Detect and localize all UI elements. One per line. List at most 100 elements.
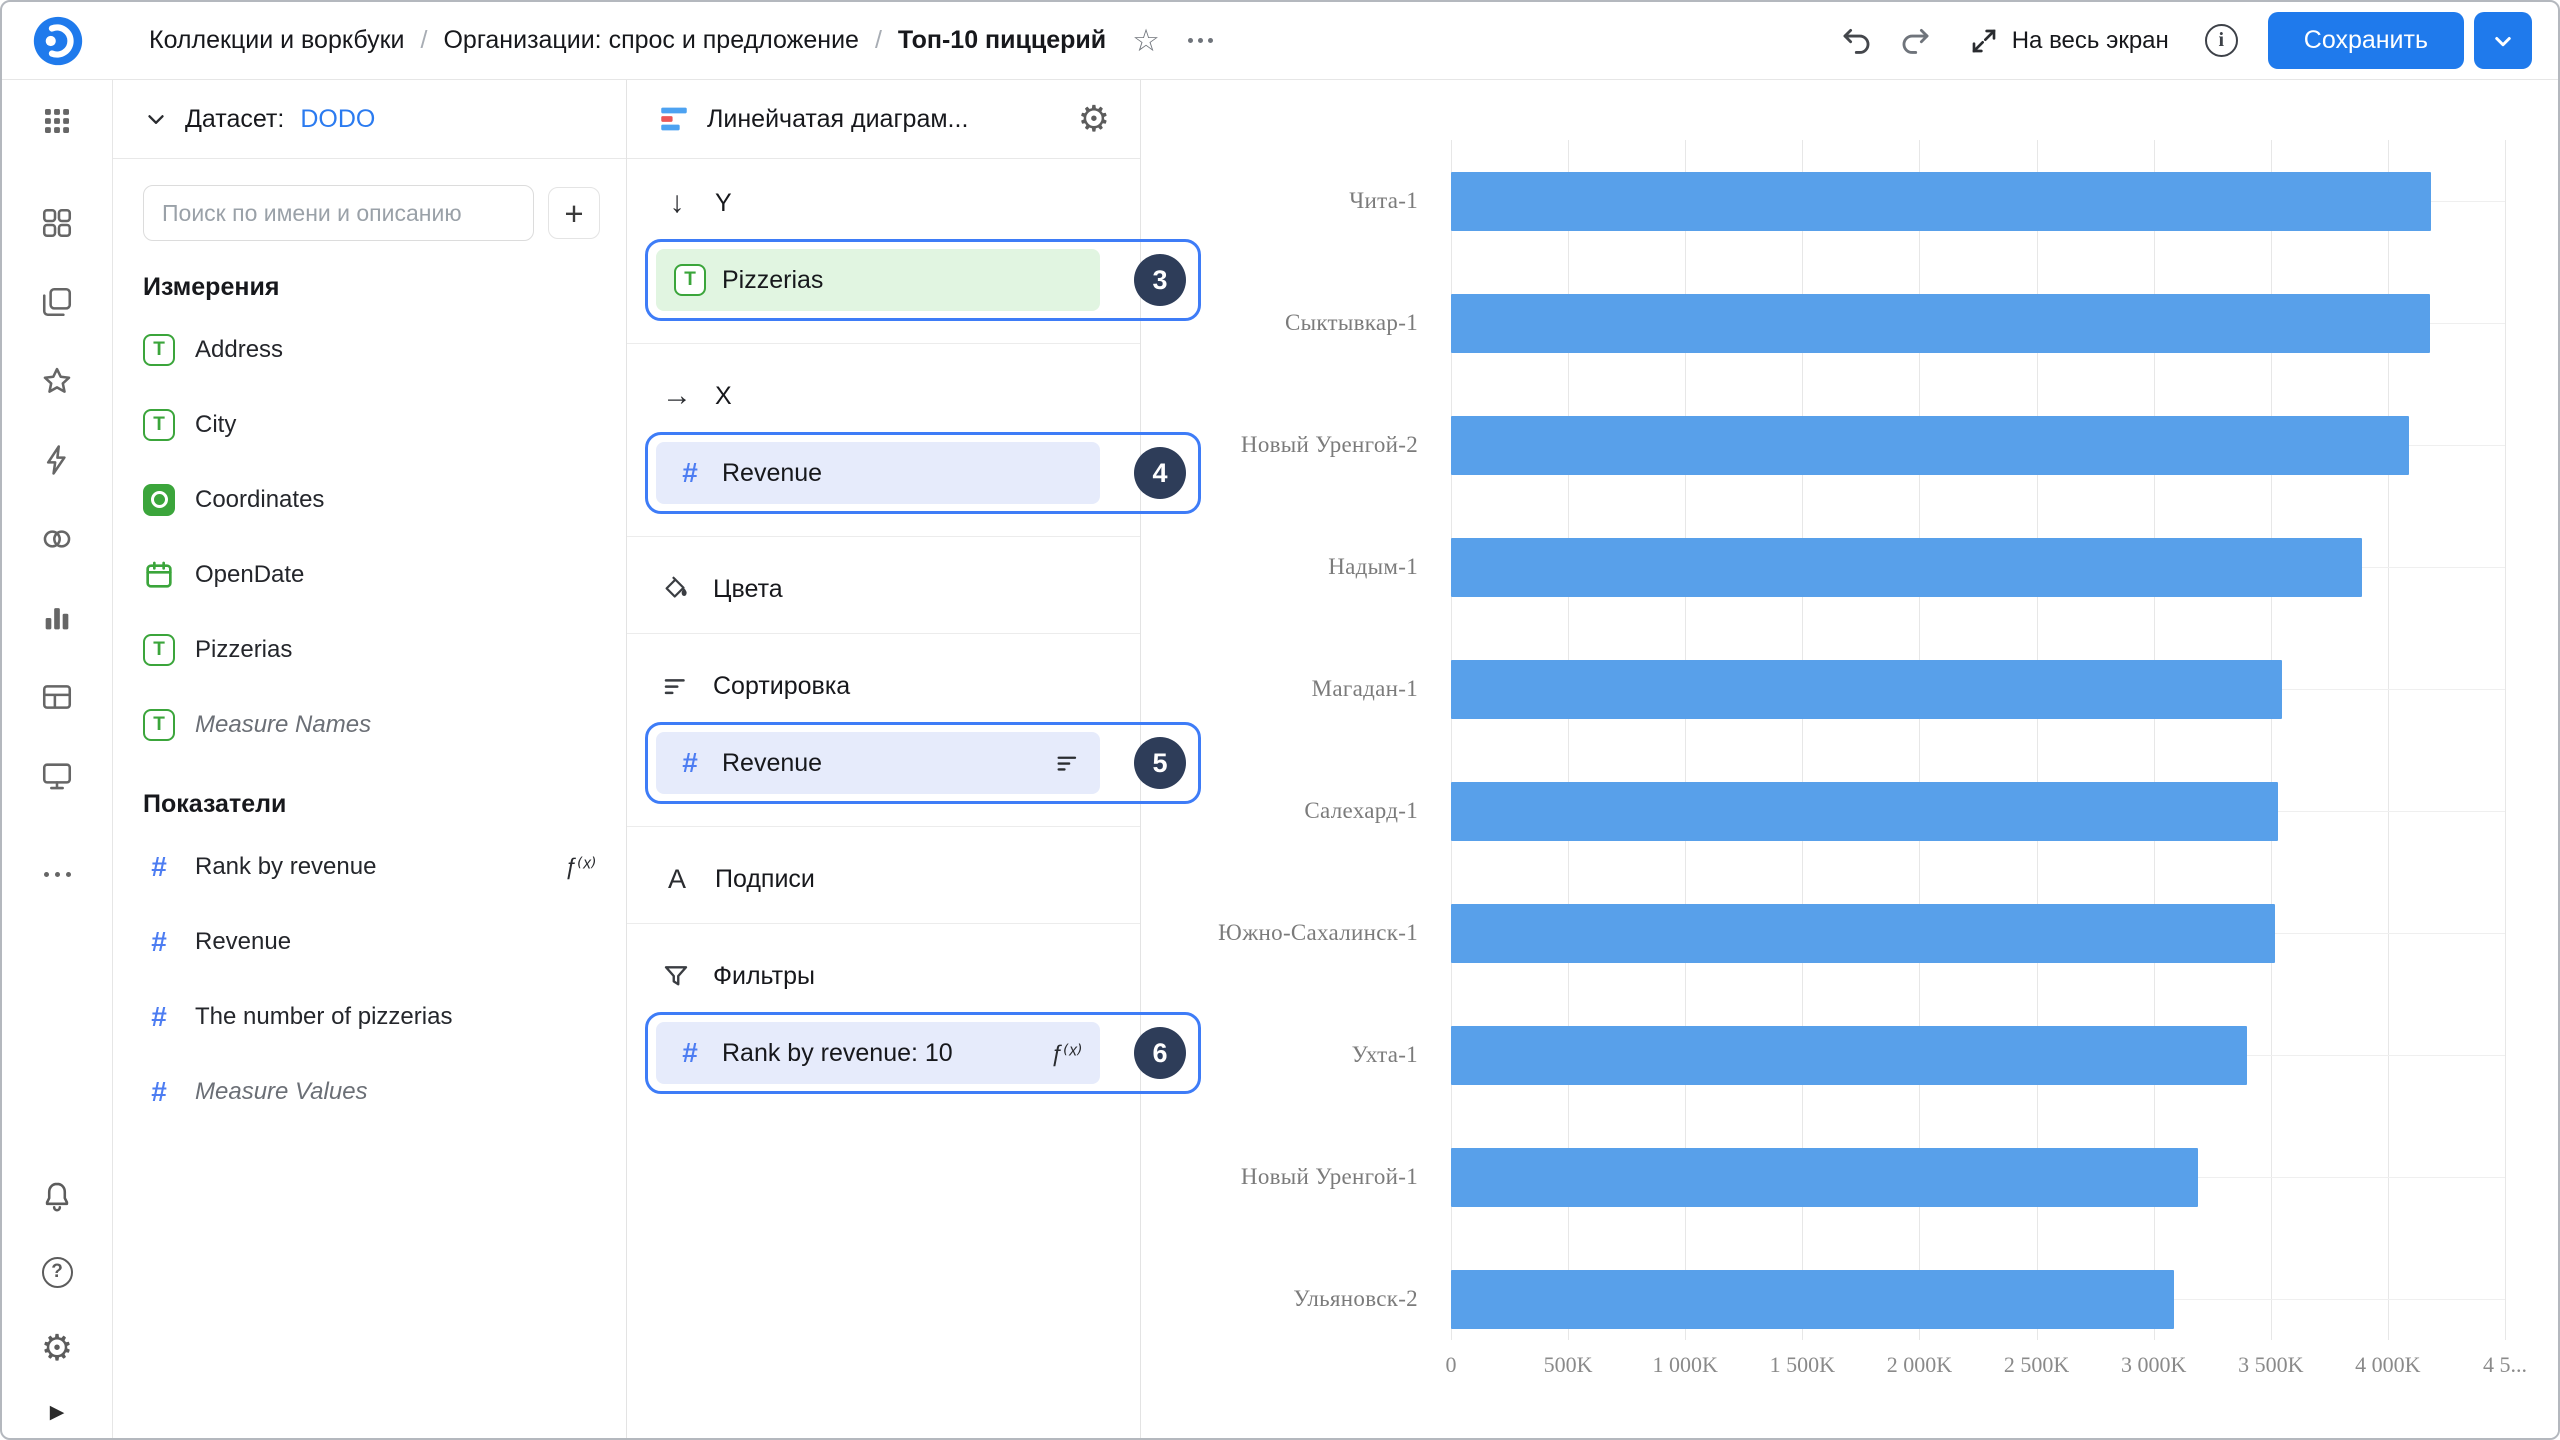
rail-nav-group xyxy=(34,200,80,799)
expand-rail-icon[interactable]: ▶ xyxy=(50,1401,65,1424)
bar-track xyxy=(1451,750,2505,872)
collections-icon[interactable] xyxy=(34,200,80,246)
chevron-down-icon[interactable] xyxy=(143,106,169,132)
save-dropdown-button[interactable] xyxy=(2474,12,2532,69)
text-field-icon: T xyxy=(143,634,175,666)
formula-icon: ƒ⁽ˣ⁾ xyxy=(1050,1040,1082,1067)
bar[interactable] xyxy=(1451,1026,2247,1085)
charts-icon[interactable] xyxy=(34,595,80,641)
rail-more-icon[interactable] xyxy=(34,851,80,897)
chart-settings-gear-icon[interactable]: ⚙ xyxy=(1078,101,1110,137)
datalens-logo[interactable] xyxy=(2,12,113,70)
bar[interactable] xyxy=(1451,1148,2198,1207)
favorite-star-icon[interactable]: ☆ xyxy=(1132,25,1160,56)
funnel-icon xyxy=(661,961,691,991)
section-y-label: Y xyxy=(715,189,732,218)
field-row-opendate[interactable]: OpenDate xyxy=(113,537,626,612)
field-row-measure-values[interactable]: # Measure Values xyxy=(113,1054,626,1129)
section-sort: Сортировка # Revenue 5 xyxy=(627,642,1140,818)
x-tick-label: 1 000K xyxy=(1653,1352,1718,1378)
x-tick-label: 500K xyxy=(1544,1352,1593,1378)
chart-type-label[interactable]: Линейчатая диаграм... xyxy=(707,105,968,134)
annotation-badge: 5 xyxy=(1134,737,1186,789)
divider xyxy=(627,343,1140,344)
chart-row: Южно-Сахалинск-1 xyxy=(1141,872,2558,994)
divider xyxy=(627,536,1140,537)
info-icon[interactable]: i xyxy=(2205,24,2238,57)
dataset-name-link[interactable]: DODO xyxy=(300,105,375,134)
chart-area: Чита-1Сыктывкар-1Новый Уренгой-2Надым-1М… xyxy=(1141,80,2558,1438)
field-row-rank-by-revenue[interactable]: # Rank by revenue ƒ⁽ˣ⁾ xyxy=(113,829,626,904)
field-label: Measure Values xyxy=(195,1078,368,1106)
field-row-pizzerias[interactable]: T Pizzerias xyxy=(113,612,626,687)
app-window: Коллекции и воркбуки / Организации: спро… xyxy=(0,0,2560,1440)
field-chip-pizzerias[interactable]: T Pizzerias xyxy=(656,249,1100,311)
field-row-coordinates[interactable]: Coordinates xyxy=(113,462,626,537)
workbooks-icon[interactable] xyxy=(34,279,80,325)
section-colors: Цвета xyxy=(627,545,1140,625)
info-glyph: i xyxy=(2205,24,2238,57)
paint-bucket-icon xyxy=(661,574,691,604)
field-chip-sort-revenue[interactable]: # Revenue xyxy=(656,732,1100,794)
lightning-icon[interactable] xyxy=(34,437,80,483)
bar[interactable] xyxy=(1451,904,2275,963)
field-row-address[interactable]: T Address xyxy=(113,312,626,387)
add-field-button[interactable]: + xyxy=(548,187,600,239)
dashboards-monitor-icon[interactable] xyxy=(34,753,80,799)
save-button[interactable]: Сохранить xyxy=(2268,12,2464,69)
bar[interactable] xyxy=(1451,1270,2174,1329)
x-tick-label: 3 500K xyxy=(2238,1352,2303,1378)
bar[interactable] xyxy=(1451,538,2362,597)
bar-chart-type-icon[interactable] xyxy=(657,102,691,136)
chart-x-axis: 0500K1 000K1 500K2 000K2 500K3 000K3 500… xyxy=(1451,1352,2505,1388)
annotation-badge: 3 xyxy=(1134,254,1186,306)
bar-track xyxy=(1451,140,2505,262)
apps-grid-icon[interactable] xyxy=(34,98,80,144)
field-chip-revenue[interactable]: # Revenue xyxy=(656,442,1100,504)
config-header: Линейчатая диаграм... ⚙ xyxy=(627,80,1140,159)
annotation-badge: 6 xyxy=(1134,1027,1186,1079)
bar[interactable] xyxy=(1451,660,2282,719)
dataset-header: Датасет: DODO xyxy=(113,80,626,159)
field-row-measure-names[interactable]: T Measure Names xyxy=(113,687,626,762)
fullscreen-label: На весь экран xyxy=(2012,27,2169,55)
arrow-down-icon: ↓ xyxy=(661,188,693,218)
divider xyxy=(627,826,1140,827)
x-tick-label: 3 000K xyxy=(2121,1352,2186,1378)
breadcrumb-link-collections[interactable]: Коллекции и воркбуки xyxy=(149,26,405,55)
redo-icon[interactable] xyxy=(1898,24,1932,58)
help-icon[interactable]: ? xyxy=(34,1249,80,1295)
settings-gear-icon[interactable]: ⚙ xyxy=(34,1325,80,1371)
connections-icon[interactable] xyxy=(34,516,80,562)
breadcrumb-link-workbook[interactable]: Организации: спрос и предложение xyxy=(443,26,858,55)
bar[interactable] xyxy=(1451,294,2430,353)
undo-icon[interactable] xyxy=(1840,24,1874,58)
bar[interactable] xyxy=(1451,416,2409,475)
bar[interactable] xyxy=(1451,172,2431,231)
bar[interactable] xyxy=(1451,782,2278,841)
dimensions-title: Измерения xyxy=(143,273,596,302)
more-menu-icon[interactable] xyxy=(1188,38,1213,43)
search-input[interactable] xyxy=(143,185,534,241)
number-field-icon: # xyxy=(143,928,175,956)
labels-a-icon: A xyxy=(661,864,693,895)
section-colors-header: Цвета xyxy=(627,561,1140,617)
fullscreen-button[interactable]: На весь экран xyxy=(1962,24,2175,58)
datasets-table-icon[interactable] xyxy=(34,674,80,720)
field-chip-rank-filter[interactable]: # Rank by revenue: 10 ƒ⁽ˣ⁾ xyxy=(656,1022,1100,1084)
field-label: The number of pizzerias xyxy=(195,1003,452,1031)
favorites-star-icon[interactable] xyxy=(34,358,80,404)
bell-icon[interactable] xyxy=(34,1173,80,1219)
text-field-icon: T xyxy=(143,709,175,741)
field-label: City xyxy=(195,411,236,439)
sort-direction-icon[interactable] xyxy=(1054,749,1082,777)
category-label: Южно-Сахалинск-1 xyxy=(1141,872,1451,994)
dataset-panel: Датасет: DODO + Измерения T Address T Ci… xyxy=(113,80,627,1438)
x-tick-label: 2 000K xyxy=(1887,1352,1952,1378)
category-label: Новый Уренгой-1 xyxy=(1141,1116,1451,1238)
bar-track xyxy=(1451,1238,2505,1360)
field-row-number-of-pizzerias[interactable]: # The number of pizzerias xyxy=(113,979,626,1054)
field-row-city[interactable]: T City xyxy=(113,387,626,462)
breadcrumb: Коллекции и воркбуки / Организации: спро… xyxy=(113,26,1106,55)
field-row-revenue[interactable]: # Revenue xyxy=(113,904,626,979)
